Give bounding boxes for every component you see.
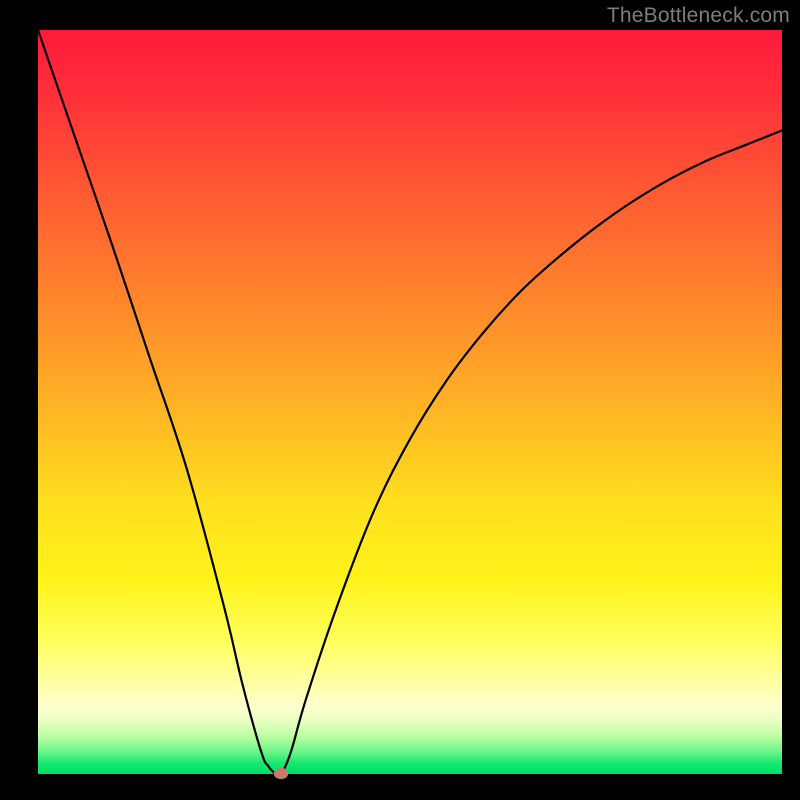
watermark-text: TheBottleneck.com bbox=[607, 4, 790, 28]
outer-frame: TheBottleneck.com bbox=[0, 0, 800, 800]
bottleneck-curve bbox=[38, 30, 782, 774]
optimal-point-marker bbox=[274, 768, 288, 779]
plot-area bbox=[38, 30, 782, 774]
